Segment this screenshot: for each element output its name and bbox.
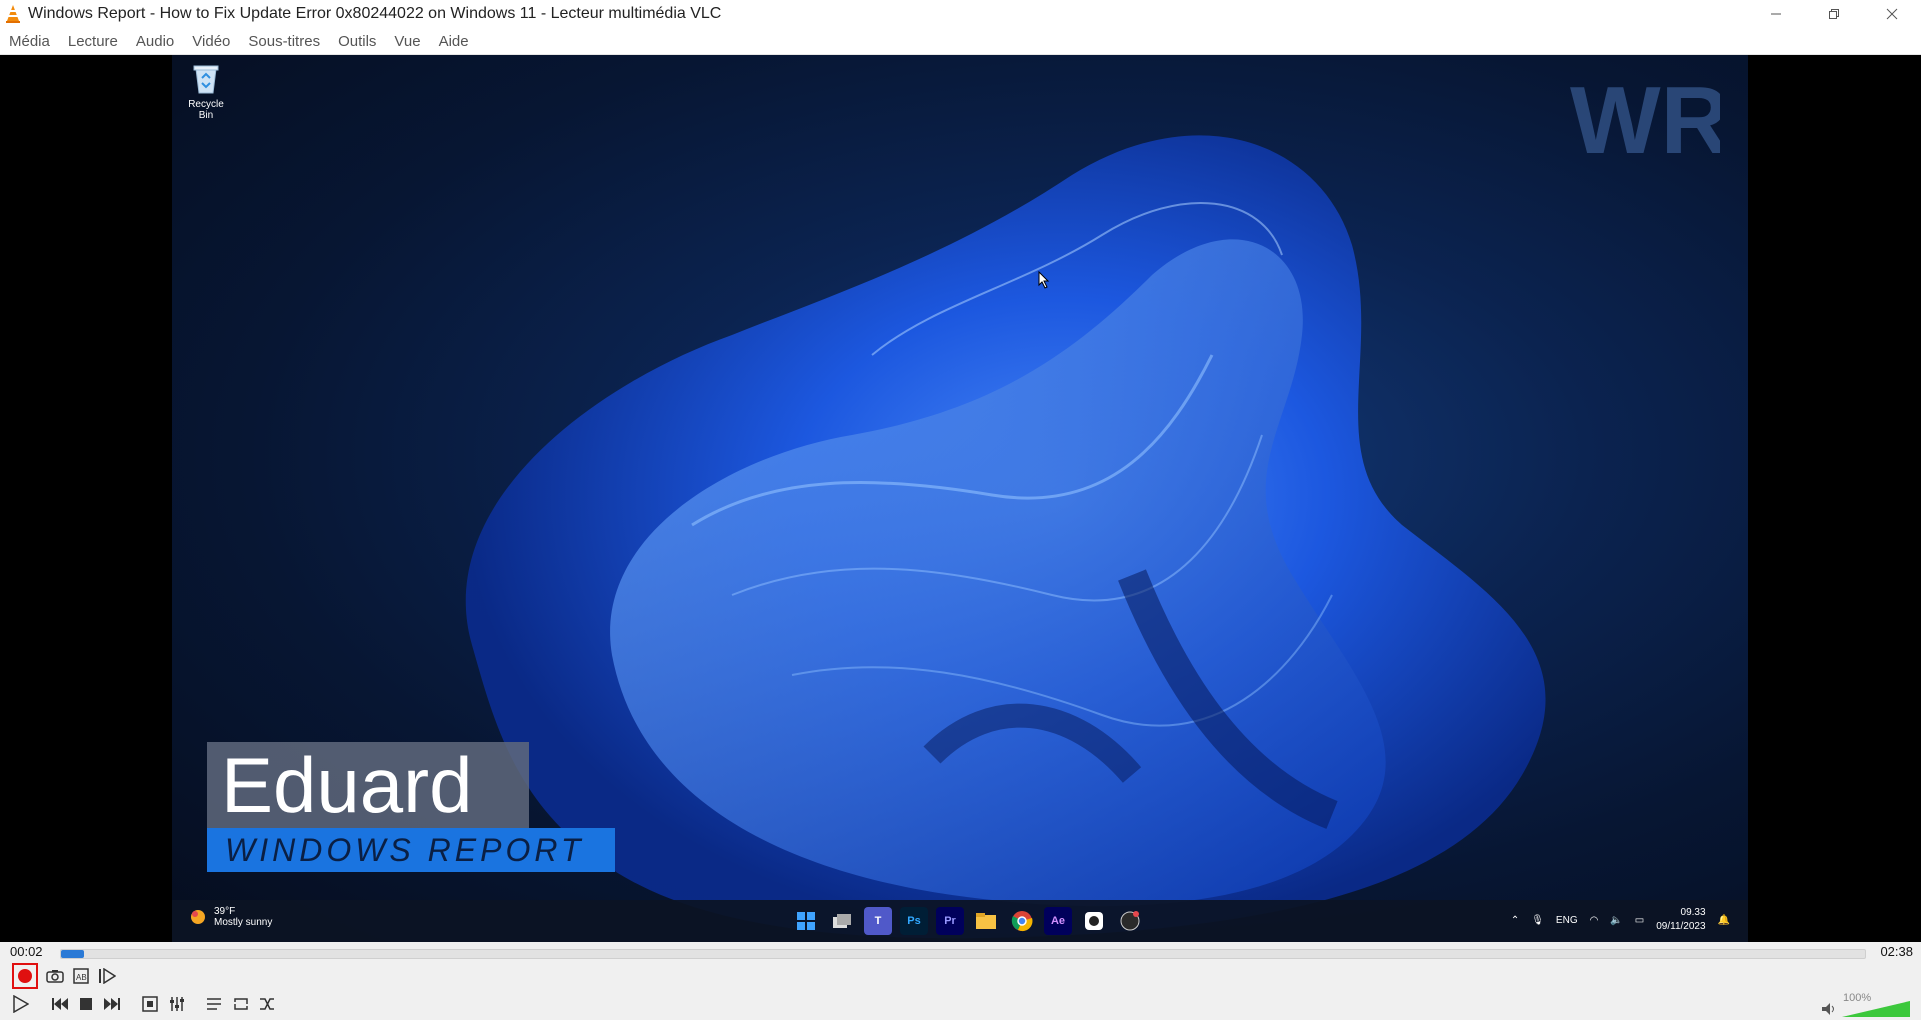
volume-control[interactable]: 100% xyxy=(1821,992,1911,1018)
playback-controls: 00:02 02:38 AB 100% xyxy=(0,942,1921,1020)
chevron-up-icon: ⌃ xyxy=(1510,914,1520,926)
skip-back-icon xyxy=(52,998,68,1010)
teams-icon: T xyxy=(864,907,892,935)
minimize-button[interactable] xyxy=(1747,0,1805,28)
menu-bar: Média Lecture Audio Vidéo Sous-titres Ou… xyxy=(0,28,1921,55)
title-bar: Windows Report - How to Fix Update Error… xyxy=(0,0,1921,28)
loop-ab-button[interactable]: AB xyxy=(69,964,93,988)
recycle-bin-icon xyxy=(180,63,232,95)
record-icon xyxy=(18,969,32,983)
weather-temp: 39°F xyxy=(214,906,236,917)
fullscreen-icon xyxy=(142,996,158,1012)
language-indicator: ENG xyxy=(1555,914,1578,926)
brand-banner: WINDOWS REPORT xyxy=(207,828,615,872)
menu-outils[interactable]: Outils xyxy=(329,33,385,50)
task-view-icon xyxy=(828,907,856,935)
snapshot-button[interactable] xyxy=(43,964,67,988)
video-frame: Recycle Bin WR Eduard WINDOWS REPORT 39°… xyxy=(172,55,1748,942)
file-explorer-icon xyxy=(972,907,1000,935)
camera-icon xyxy=(46,970,64,983)
mouse-cursor-icon xyxy=(1038,270,1050,294)
notification-bell-icon: 🔔 xyxy=(1717,914,1730,926)
stop-icon xyxy=(80,998,92,1010)
svg-text:AB: AB xyxy=(76,973,87,982)
previous-button[interactable] xyxy=(48,992,72,1016)
taskbar-apps: T Ps Pr Ae xyxy=(792,907,1144,935)
presenter-name: Eduard xyxy=(207,742,529,828)
playlist-icon xyxy=(207,998,221,1010)
frame-by-frame-button[interactable] xyxy=(95,964,119,988)
menu-aide[interactable]: Aide xyxy=(430,33,478,50)
close-button[interactable] xyxy=(1863,0,1921,28)
record-button[interactable] xyxy=(12,963,38,989)
fullscreen-button[interactable] xyxy=(138,992,162,1016)
desktop-icon-recycle-bin: Recycle Bin xyxy=(180,63,232,121)
menu-audio[interactable]: Audio xyxy=(127,33,183,50)
loop-icon xyxy=(234,998,248,1010)
shuffle-button[interactable] xyxy=(255,992,279,1016)
video-output[interactable]: Recycle Bin WR Eduard WINDOWS REPORT 39°… xyxy=(0,55,1921,942)
elapsed-time: 00:02 xyxy=(10,944,43,959)
loop-ab-icon: AB xyxy=(73,968,89,984)
play-icon xyxy=(13,995,29,1013)
playlist-button[interactable] xyxy=(202,992,226,1016)
recycle-bin-label: Recycle Bin xyxy=(188,99,224,121)
total-time: 02:38 xyxy=(1880,944,1913,959)
wr-logo-text: WR xyxy=(1570,73,1720,163)
weather-desc: Mostly sunny xyxy=(214,917,273,928)
chrome-icon xyxy=(1008,907,1036,935)
play-button[interactable] xyxy=(8,992,32,1016)
vlc-cone-icon xyxy=(0,0,26,28)
photoshop-icon: Ps xyxy=(900,907,928,935)
menu-video[interactable]: Vidéo xyxy=(183,33,239,50)
start-icon xyxy=(792,907,820,935)
premiere-icon: Pr xyxy=(936,907,964,935)
app-icon xyxy=(1080,907,1108,935)
sun-icon xyxy=(191,910,205,924)
seek-progress xyxy=(61,950,85,958)
extended-settings-button[interactable] xyxy=(165,992,189,1016)
video-taskbar: 39°F Mostly sunny T Ps Pr Ae ⌃ 🎙 ENG ◠ 🔈… xyxy=(172,900,1748,942)
clock-date: 09/11/2023 xyxy=(1656,921,1706,932)
menu-media[interactable]: Média xyxy=(0,33,59,50)
menu-lecture[interactable]: Lecture xyxy=(59,33,127,50)
menu-sous-titres[interactable]: Sous-titres xyxy=(239,33,329,50)
obs-icon xyxy=(1116,907,1144,935)
stop-button[interactable] xyxy=(74,992,98,1016)
lower-third: Eduard WINDOWS REPORT xyxy=(207,742,615,872)
frame-step-icon xyxy=(99,968,116,984)
next-button[interactable] xyxy=(100,992,124,1016)
after-effects-icon: Ae xyxy=(1044,907,1072,935)
wr-logo: WR xyxy=(1570,67,1730,174)
equalizer-icon xyxy=(170,997,184,1011)
system-tray: ⌃ 🎙 ENG ◠ 🔈 ▭ 09.33 09/11/2023 🔔 xyxy=(1511,906,1730,934)
skip-forward-icon xyxy=(104,998,120,1010)
window-title: Windows Report - How to Fix Update Error… xyxy=(28,5,722,22)
volume-icon xyxy=(1822,1003,1834,1015)
seek-slider[interactable] xyxy=(60,949,1866,959)
clock: 09.33 09/11/2023 xyxy=(1656,906,1705,934)
clock-time: 09.33 xyxy=(1680,907,1706,918)
weather-widget: 39°F Mostly sunny xyxy=(188,906,272,928)
loop-button[interactable] xyxy=(229,992,253,1016)
battery-icon: ▭ xyxy=(1634,914,1645,926)
shuffle-icon xyxy=(260,998,274,1010)
wifi-icon: ◠ xyxy=(1589,914,1599,926)
volume-slider[interactable] xyxy=(1841,1000,1911,1018)
menu-vue[interactable]: Vue xyxy=(385,33,429,50)
speaker-icon: 🔈 xyxy=(1610,914,1623,926)
microphone-icon: 🎙 xyxy=(1531,914,1544,926)
restore-button[interactable] xyxy=(1805,0,1863,28)
